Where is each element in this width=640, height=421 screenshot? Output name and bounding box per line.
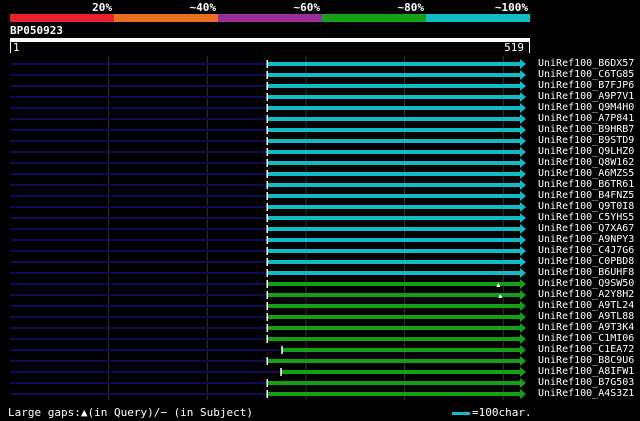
legend-label-4: ~100% [494, 1, 528, 14]
legend-band-0 [10, 14, 114, 22]
hit-label[interactable]: UniRef100_Q9LHZ0 [538, 146, 634, 157]
identity-color-legend: 20% ~40% ~60% ~80% ~100% [10, 0, 530, 22]
hit-label[interactable]: UniRef100_C4J7G6 [538, 245, 634, 256]
hit-label[interactable]: UniRef100_Q8W162 [538, 157, 634, 168]
legend-label-1: ~40% [189, 1, 217, 14]
scale-legend-text: =100char. [472, 406, 532, 419]
hit-label[interactable]: UniRef100_Q9SW50 [538, 278, 634, 289]
hit-label[interactable]: UniRef100_A6MZS5 [538, 168, 634, 179]
hit-label[interactable]: UniRef100_A2Y8H2 [538, 289, 634, 300]
ruler-start-tick [10, 42, 11, 53]
gaps-legend: Large gaps:▲(in Query)/− (in Subject) [8, 406, 254, 419]
hit-label[interactable]: UniRef100_A9TL24 [538, 300, 634, 311]
scale-legend: =100char. [452, 406, 532, 419]
hit-label[interactable]: UniRef100_B6DX57 [538, 58, 634, 69]
hit-label[interactable]: UniRef100_A9NPY3 [538, 234, 634, 245]
hit-label[interactable]: UniRef100_C6TG85 [538, 69, 634, 80]
hit-label[interactable]: UniRef100_Q7XA67 [538, 223, 634, 234]
hit-label[interactable]: UniRef100_B8C9U6 [538, 355, 634, 366]
hit-label[interactable]: UniRef100_A9T3K4 [538, 322, 634, 333]
hit-label[interactable]: UniRef100_B7FJP6 [538, 80, 634, 91]
hit-label[interactable]: UniRef100_B9HRB7 [538, 124, 634, 135]
hit-label[interactable]: UniRef100_A9P7V1 [538, 91, 634, 102]
hit-label[interactable]: UniRef100_B9STD9 [538, 135, 634, 146]
hit-label[interactable]: UniRef100_A9TL88 [538, 311, 634, 322]
legend-band-4 [426, 14, 530, 22]
ruler-end-label: 519 [504, 41, 524, 54]
legend-band-1 [114, 14, 218, 22]
scale-swatch [452, 411, 470, 415]
hit-label[interactable]: UniRef100_Q9T0I8 [538, 201, 634, 212]
legend-band-2 [218, 14, 322, 22]
legend-label-3: ~80% [397, 1, 425, 14]
hit-label[interactable]: UniRef100_B7G503 [538, 377, 634, 388]
hit-label[interactable]: UniRef100_A7P841 [538, 113, 634, 124]
ruler-end-tick [529, 42, 530, 53]
hit-label[interactable]: UniRef100_A4S3Z1 [538, 388, 634, 399]
hit-label[interactable]: UniRef100_B6TR61 [538, 179, 634, 190]
hit-label[interactable]: UniRef100_B4FNZ5 [538, 190, 634, 201]
hit-label[interactable]: UniRef100_C0PBD8 [538, 256, 634, 267]
legend-label-0: 20% [92, 1, 112, 14]
hit-label[interactable]: UniRef100_C1EA72 [538, 344, 634, 355]
query-ruler: 1 519 [10, 41, 530, 54]
hit-label-list: UniRef100_B6DX57 UniRef100_C6TG85 UniRef10… [0, 56, 640, 401]
ruler-start-label: 1 [13, 41, 20, 54]
hit-label[interactable]: UniRef100_C5YHS5 [538, 212, 634, 223]
hit-label[interactable]: UniRef100_Q9M4H0 [538, 102, 634, 113]
hit-label[interactable]: UniRef100_C1MI06 [538, 333, 634, 344]
hit-label[interactable]: UniRef100_B6UHF8 [538, 267, 634, 278]
legend-band-3 [322, 14, 426, 22]
legend-label-2: ~60% [293, 1, 321, 14]
hit-label[interactable]: UniRef100_A8IFW1 [538, 366, 634, 377]
query-name: BP050923 [10, 24, 63, 37]
